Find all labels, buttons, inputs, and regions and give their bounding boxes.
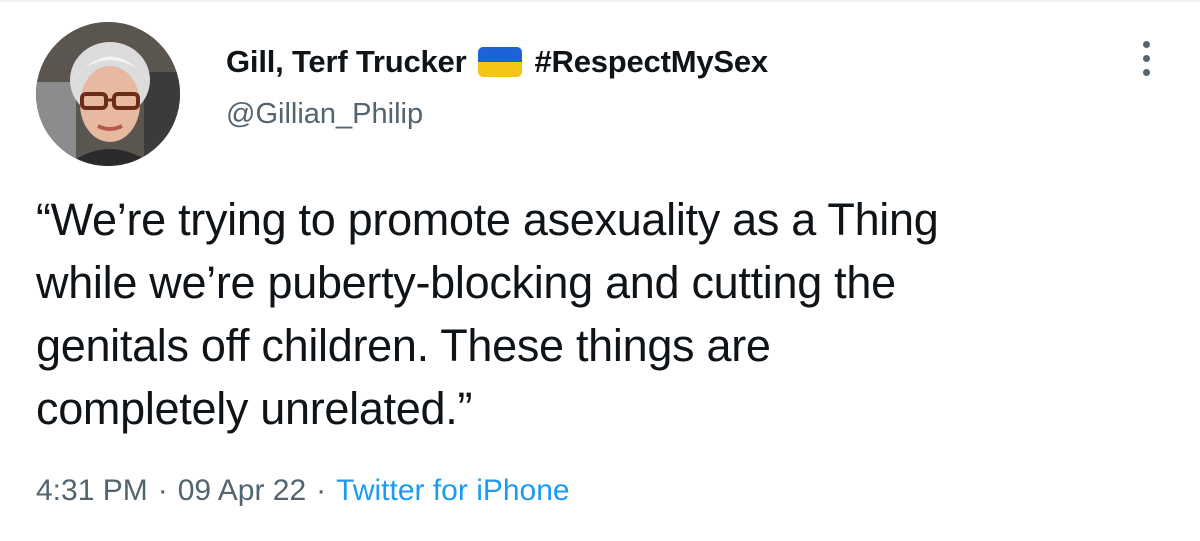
tweet-metadata: 4:31 PM · 09 Apr 22 · Twitter for iPhone: [36, 474, 570, 508]
hashtag-in-name[interactable]: #RespectMySex: [534, 44, 768, 80]
tweet-text: “We’re trying to promote asexuality as a…: [36, 188, 1176, 440]
tweet-line-3: genitals off children. These things are: [36, 320, 771, 371]
top-divider: [0, 0, 1200, 2]
user-handle[interactable]: @Gillian_Philip: [226, 98, 423, 131]
separator-dot: ·: [316, 474, 327, 507]
tweet-line-1: “We’re trying to promote asexuality as a…: [36, 194, 939, 245]
avatar[interactable]: [36, 22, 180, 166]
profile-photo: [36, 22, 180, 166]
tweet-date[interactable]: 09 Apr 22: [178, 474, 306, 507]
more-dots-vertical-icon[interactable]: [1126, 30, 1166, 86]
ukraine-flag-icon: [478, 47, 523, 77]
tweet-time[interactable]: 4:31 PM: [36, 474, 148, 507]
tweet-line-2: while we’re puberty-blocking and cutting…: [36, 257, 896, 308]
separator-dot: ·: [157, 474, 168, 507]
tweet-source-link[interactable]: Twitter for iPhone: [336, 474, 569, 507]
display-name[interactable]: Gill, Terf Trucker: [226, 44, 467, 80]
author-header: Gill, Terf Trucker #RespectMySex: [226, 40, 768, 84]
tweet-line-4: completely unrelated.”: [36, 383, 473, 434]
